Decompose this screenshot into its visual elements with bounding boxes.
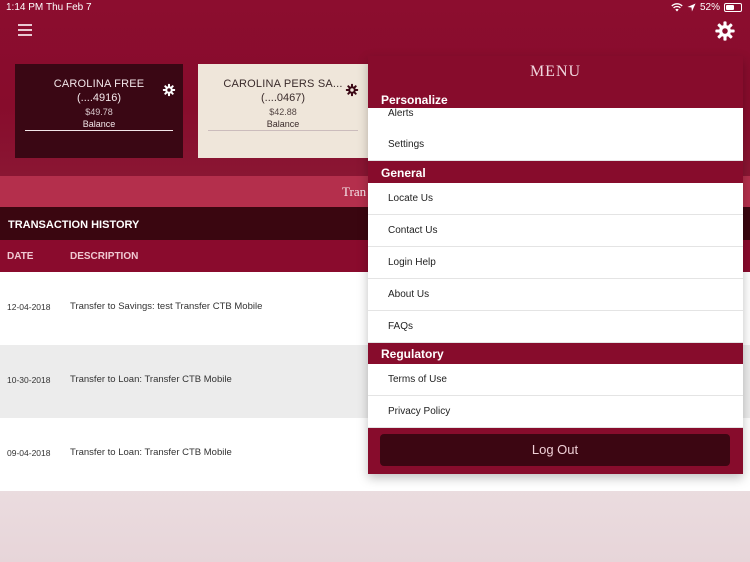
status-time: 1:14 PM	[6, 2, 44, 13]
column-header-date: DATE	[7, 251, 34, 262]
account-balance: $42.88	[269, 107, 297, 117]
transfer-tab-label: Tran	[342, 184, 367, 199]
menu-item-label: Privacy Policy	[388, 406, 451, 417]
menu-item-contact-us[interactable]: Contact Us	[368, 215, 743, 247]
balance-label: Balance	[266, 119, 300, 129]
menu-item-alerts[interactable]: Alerts	[368, 108, 743, 130]
regulatory-list: Terms of Use Privacy Policy	[368, 364, 743, 428]
menu-item-settings[interactable]: Settings	[368, 129, 743, 161]
location-arrow-icon	[687, 3, 696, 12]
status-right: 52%	[671, 2, 742, 13]
section-header-personalize: Personalize	[381, 93, 448, 107]
menu-title: MENU	[529, 63, 582, 80]
card-divider	[208, 130, 358, 131]
log-out-button[interactable]: Log Out	[380, 434, 730, 466]
column-header-description: DESCRIPTION	[70, 251, 139, 262]
card-divider	[25, 130, 173, 131]
menu-item-label: Alerts	[388, 108, 414, 119]
menu-item-privacy-policy[interactable]: Privacy Policy	[368, 396, 743, 428]
battery-percent: 52%	[699, 2, 720, 13]
account-gear-icon[interactable]	[345, 83, 359, 97]
account-balance: $49.78	[85, 107, 113, 117]
row-date: 09-04-2018	[7, 448, 51, 458]
gear-icon[interactable]	[714, 20, 736, 42]
section-header-general: General	[381, 166, 426, 180]
account-number: (....4916)	[76, 92, 122, 104]
menu-item-about-us[interactable]: About Us	[368, 279, 743, 311]
menu-panel: MENU Personalize Alerts Settings General…	[368, 56, 743, 474]
menu-icon[interactable]	[18, 24, 32, 36]
menu-item-label: Locate Us	[388, 193, 434, 204]
balance-label: Balance	[82, 119, 116, 129]
personalize-list: Alerts Settings	[368, 108, 743, 161]
menu-item-label: Contact Us	[388, 225, 438, 236]
account-name: CAROLINA PERS SA...	[223, 78, 343, 90]
row-description: Transfer to Loan: Transfer CTB Mobile	[70, 374, 232, 385]
account-card-checking[interactable]: CAROLINA FREE (....4916) $49.78 Balance	[15, 64, 183, 158]
menu-item-label: FAQs	[388, 321, 414, 332]
menu-item-label: About Us	[388, 289, 430, 300]
menu-item-locate-us[interactable]: Locate Us	[368, 183, 743, 215]
section-header-regulatory: Regulatory	[381, 347, 444, 361]
account-name: CAROLINA FREE	[53, 78, 145, 90]
general-list: Locate Us Contact Us Login Help About Us…	[368, 183, 743, 343]
wifi-icon	[671, 3, 683, 12]
row-date: 12-04-2018	[7, 302, 51, 312]
row-description: Transfer to Loan: Transfer CTB Mobile	[70, 447, 232, 458]
menu-item-label: Terms of Use	[388, 374, 447, 385]
battery-icon	[724, 3, 742, 12]
menu-item-login-help[interactable]: Login Help	[368, 247, 743, 279]
menu-item-label: Settings	[388, 139, 425, 150]
row-date: 10-30-2018	[7, 375, 51, 385]
account-card-savings[interactable]: CAROLINA PERS SA... (....0467) $42.88 Ba…	[198, 64, 368, 158]
account-number: (....0467)	[260, 92, 306, 104]
menu-item-label: Login Help	[388, 257, 436, 268]
section-title: TRANSACTION HISTORY	[8, 219, 140, 231]
menu-item-faqs[interactable]: FAQs	[368, 311, 743, 343]
status-date: Thu Feb 7	[46, 2, 92, 13]
row-description: Transfer to Savings: test Transfer CTB M…	[70, 301, 263, 312]
menu-item-terms-of-use[interactable]: Terms of Use	[368, 364, 743, 396]
status-bar: 1:14 PM Thu Feb 7 52%	[0, 0, 750, 16]
account-gear-icon[interactable]	[162, 83, 176, 97]
